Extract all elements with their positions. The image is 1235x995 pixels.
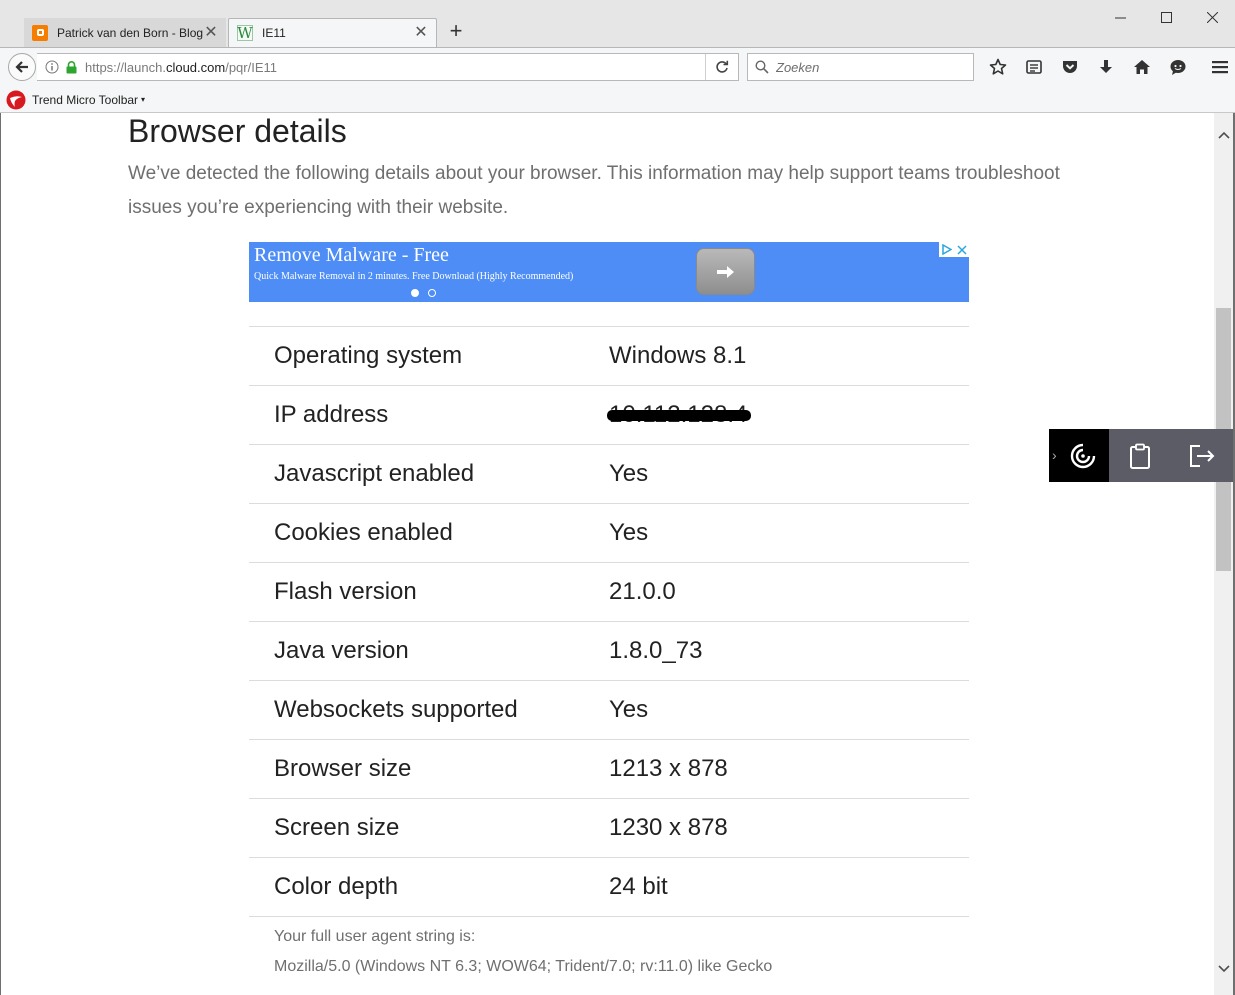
reading-list-icon[interactable] <box>1016 53 1052 81</box>
detail-value: 1213 x 878 <box>609 739 969 799</box>
user-agent-label: Your full user agent string is: <box>274 928 476 945</box>
url-domain: cloud.com <box>165 59 226 75</box>
detail-value: 24 bit <box>609 857 969 917</box>
close-tab-icon[interactable]: ✕ <box>414 25 428 41</box>
bookmarks-bar: Trend Micro Toolbar ▾ <box>0 87 1235 113</box>
menu-icon[interactable] <box>1202 53 1235 81</box>
detail-key: Websockets supported <box>249 680 609 740</box>
ad-subtitle[interactable]: Quick Malware Removal in 2 minutes. Free… <box>254 271 573 282</box>
tab-label: Patrick van den Born - Blog <box>57 25 204 40</box>
detail-value-redacted: 10.112.128.4 <box>606 401 752 428</box>
detail-key: IP address <box>249 385 609 445</box>
chevron-right-icon[interactable]: › <box>1052 447 1057 463</box>
ad-title[interactable]: Remove Malware - Free <box>254 242 449 268</box>
detail-value: 21.0.0 <box>609 562 969 622</box>
url-prefix: https://launch. <box>85 59 166 75</box>
page-description: We’ve detected the following details abo… <box>128 163 1060 218</box>
table-row: Java version 1.8.0_73 <box>249 621 969 681</box>
detail-value: 1230 x 878 <box>609 798 969 858</box>
pocket-icon[interactable] <box>1052 53 1088 81</box>
ad-pagination <box>411 289 436 297</box>
maximize-icon[interactable] <box>1143 0 1189 34</box>
url-text[interactable]: https://launch.cloud.com/pqr/IE11 <box>85 60 705 75</box>
detail-key: Browser size <box>249 739 609 799</box>
tab-strip: Patrick van den Born - Blog ✕ W IE11 ✕ + <box>0 0 1235 47</box>
blogger-icon <box>32 24 48 41</box>
detail-key: Cookies enabled <box>249 503 609 563</box>
table-row: Operating system Windows 8.1 <box>249 326 969 386</box>
ad-dot-active[interactable] <box>411 289 419 297</box>
w-icon: W <box>237 24 253 42</box>
search-input[interactable] <box>774 58 958 76</box>
scroll-down-icon[interactable] <box>1214 961 1233 977</box>
detail-value: 1.8.0_73 <box>609 621 969 681</box>
url-bar[interactable]: https://launch.cloud.com/pqr/IE11 <box>37 53 739 81</box>
info-icon[interactable] <box>45 60 59 74</box>
minimize-icon[interactable] <box>1097 0 1143 34</box>
new-tab-button[interactable]: + <box>446 20 466 42</box>
vertical-scrollbar[interactable] <box>1214 113 1233 995</box>
tab-blog[interactable]: Patrick van den Born - Blog ✕ <box>24 18 226 47</box>
search-icon <box>754 59 770 75</box>
table-row: Javascript enabled Yes <box>249 444 969 504</box>
detail-value: Yes <box>609 444 969 504</box>
toolbar-icons <box>980 53 1235 81</box>
detail-key: Screen size <box>249 798 609 858</box>
sign-out-icon[interactable] <box>1182 436 1222 476</box>
ad-close-icon[interactable] <box>954 242 969 257</box>
detail-key: Javascript enabled <box>249 444 609 504</box>
user-agent-value: Mozilla/5.0 (Windows NT 6.3; WOW64; Trid… <box>274 958 773 975</box>
widget-actions <box>1109 429 1233 482</box>
chat-icon[interactable] <box>1160 53 1196 81</box>
lock-icon[interactable] <box>65 60 77 74</box>
url-path: /pqr/IE11 <box>225 59 277 75</box>
spiral-logo-icon <box>1070 443 1096 468</box>
ad-banner[interactable]: Remove Malware - Free Quick Malware Remo… <box>249 242 969 302</box>
trend-micro-toolbar-label[interactable]: Trend Micro Toolbar <box>32 93 138 107</box>
ad-arrow-button[interactable] <box>696 248 755 295</box>
ad-choices <box>939 242 969 257</box>
adchoices-icon[interactable] <box>939 242 954 257</box>
table-row: Color depth 24 bit <box>249 857 969 917</box>
widget-logo-button[interactable]: › <box>1049 429 1109 482</box>
close-icon[interactable] <box>1189 0 1235 34</box>
ad-dot[interactable] <box>428 289 436 297</box>
detail-key: Java version <box>249 621 609 681</box>
window-controls <box>1097 0 1235 34</box>
arrow-right-icon <box>716 265 734 278</box>
floating-widget: › <box>1049 429 1233 482</box>
navigation-bar: https://launch.cloud.com/pqr/IE11 <box>0 47 1235 87</box>
detail-key: Flash version <box>249 562 609 622</box>
table-row: Cookies enabled Yes <box>249 503 969 563</box>
reload-icon[interactable] <box>705 54 738 80</box>
table-row: Browser size 1213 x 878 <box>249 739 969 799</box>
tab-label: IE11 <box>262 26 286 40</box>
table-row: IP address 10.112.128.4 <box>249 385 969 445</box>
page-content: Browser details We’ve detected the follo… <box>1 113 1214 995</box>
trend-micro-icon[interactable] <box>6 90 26 110</box>
chevron-down-icon[interactable]: ▾ <box>141 95 145 104</box>
detail-value: Yes <box>609 680 969 740</box>
back-button[interactable] <box>8 53 36 81</box>
search-bar[interactable] <box>747 53 974 81</box>
tab-ie11[interactable]: W IE11 ✕ <box>228 18 437 47</box>
close-tab-icon[interactable]: ✕ <box>204 24 218 40</box>
detail-value: Windows 8.1 <box>609 326 969 386</box>
detail-key: Color depth <box>249 857 609 917</box>
detail-key: Operating system <box>249 326 609 386</box>
clipboard-icon[interactable] <box>1120 436 1160 476</box>
table-row: Screen size 1230 x 878 <box>249 798 969 858</box>
bookmark-star-icon[interactable] <box>980 53 1016 81</box>
download-icon[interactable] <box>1088 53 1124 81</box>
home-icon[interactable] <box>1124 53 1160 81</box>
table-row: Flash version 21.0.0 <box>249 562 969 622</box>
page-title: Browser details <box>128 113 347 149</box>
table-row: Websockets supported Yes <box>249 680 969 740</box>
details-table: Operating system Windows 8.1 IP address 10… <box>249 326 969 917</box>
scroll-up-icon[interactable] <box>1214 127 1233 143</box>
detail-value: Yes <box>609 503 969 563</box>
back-arrow-icon <box>15 61 28 73</box>
